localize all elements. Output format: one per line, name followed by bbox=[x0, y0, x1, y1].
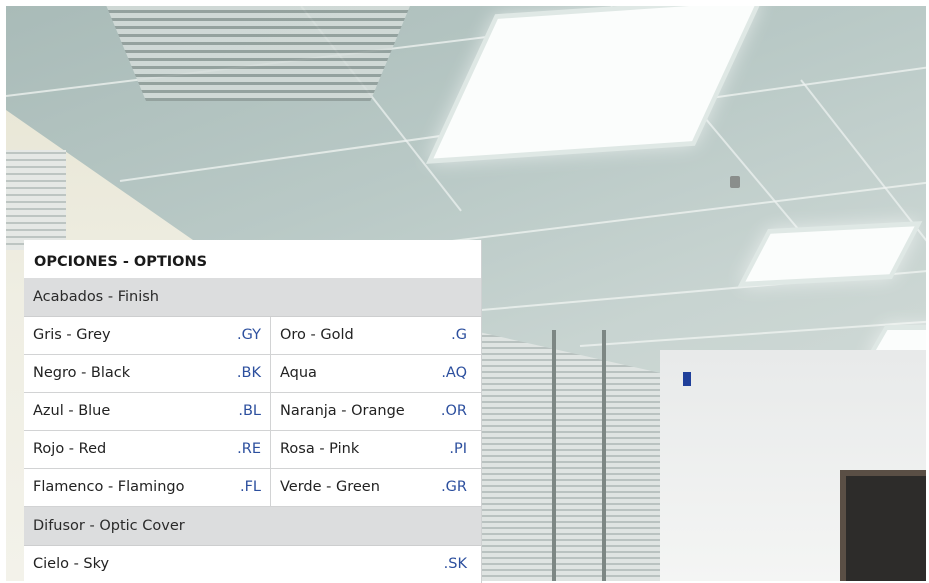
option-label: Naranja - Orange bbox=[280, 403, 405, 419]
option-label: Flamenco - Flamingo bbox=[33, 479, 185, 495]
option-code: .GR bbox=[441, 479, 467, 495]
finish-option: Aqua .AQ bbox=[271, 355, 481, 392]
finish-option: Verde - Green .GR bbox=[271, 469, 481, 506]
finish-option: Oro - Gold .G bbox=[271, 317, 481, 354]
door bbox=[840, 470, 929, 581]
finish-row: Negro - Black .BK Aqua .AQ bbox=[24, 355, 481, 393]
option-code: .AQ bbox=[441, 365, 467, 381]
finish-option: Naranja - Orange .OR bbox=[271, 393, 481, 430]
finish-option: Azul - Blue .BL bbox=[24, 393, 271, 430]
option-label: Rojo - Red bbox=[33, 441, 107, 457]
finish-row: Rojo - Red .RE Rosa - Pink .PI bbox=[24, 431, 481, 469]
option-label: Aqua bbox=[280, 365, 317, 381]
image-border bbox=[0, 0, 929, 6]
wall-device bbox=[683, 372, 691, 386]
option-label: Verde - Green bbox=[280, 479, 380, 495]
option-label: Gris - Grey bbox=[33, 327, 111, 343]
option-code: .FL bbox=[239, 479, 261, 495]
finish-row: Gris - Grey .GY Oro - Gold .G bbox=[24, 317, 481, 355]
finish-option: Rosa - Pink .PI bbox=[271, 431, 481, 468]
option-code: .GY bbox=[237, 327, 261, 343]
option-code: .RE bbox=[237, 441, 261, 457]
option-label: Oro - Gold bbox=[280, 327, 354, 343]
option-label: Cielo - Sky bbox=[33, 556, 110, 572]
window-mullion bbox=[602, 330, 606, 581]
option-code: .SK bbox=[443, 556, 467, 572]
finish-row: Azul - Blue .BL Naranja - Orange .OR bbox=[24, 393, 481, 431]
led-panel-light bbox=[745, 226, 915, 282]
diffuser-row: Cielo - Sky .SK bbox=[24, 546, 481, 583]
finish-option: Gris - Grey .GY bbox=[24, 317, 271, 354]
option-label: Negro - Black bbox=[33, 365, 131, 381]
window-mullion bbox=[552, 330, 556, 581]
ceiling-sensor bbox=[730, 176, 740, 188]
option-code: .OR bbox=[440, 403, 467, 419]
option-label: Azul - Blue bbox=[33, 403, 111, 419]
image-border bbox=[0, 0, 6, 581]
finish-row: Flamenco - Flamingo .FL Verde - Green .G… bbox=[24, 469, 481, 507]
option-code: .G bbox=[451, 327, 467, 343]
finish-option: Flamenco - Flamingo .FL bbox=[24, 469, 271, 506]
option-code: .BK bbox=[236, 365, 261, 381]
window-blinds bbox=[6, 150, 66, 250]
diffuser-section-header: Difusor - Optic Cover bbox=[24, 507, 481, 546]
finish-option: Rojo - Red .RE bbox=[24, 431, 271, 468]
option-code: .BL bbox=[238, 403, 261, 419]
diffuser-option: Cielo - Sky .SK bbox=[24, 546, 481, 583]
option-label: Rosa - Pink bbox=[280, 441, 360, 457]
finish-section-header: Acabados - Finish bbox=[24, 278, 481, 317]
finish-option: Negro - Black .BK bbox=[24, 355, 271, 392]
options-table: OPCIONES - OPTIONS Acabados - Finish Gri… bbox=[24, 240, 482, 583]
options-title: OPCIONES - OPTIONS bbox=[34, 254, 208, 270]
option-code: .PI bbox=[449, 441, 467, 457]
